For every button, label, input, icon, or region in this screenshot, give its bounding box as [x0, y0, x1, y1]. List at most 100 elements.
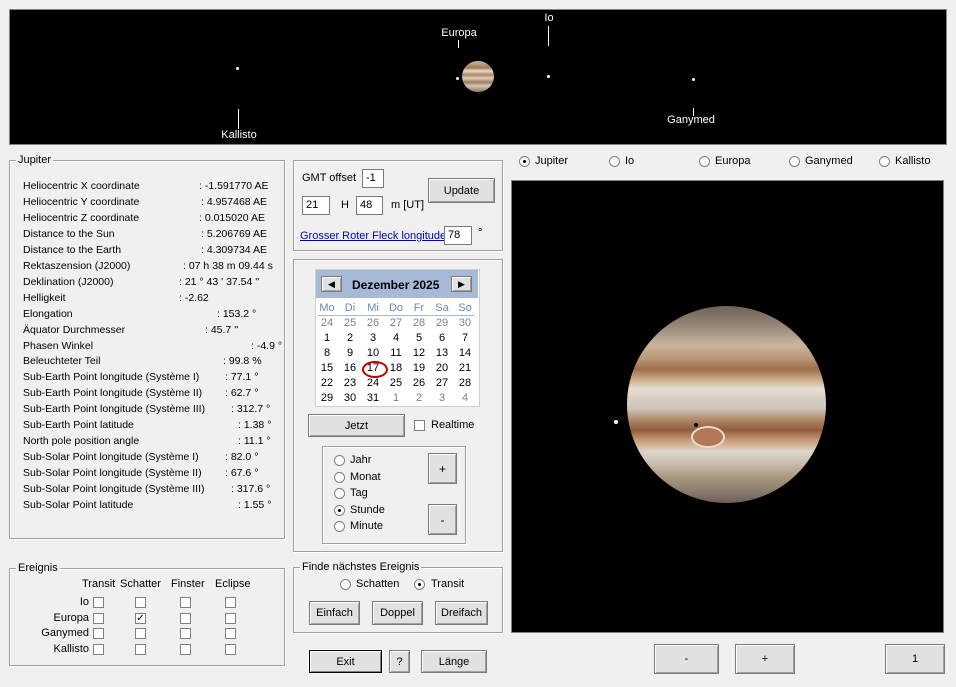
ereignis-checkbox[interactable]: [135, 643, 146, 655]
ereignis-checkbox[interactable]: [225, 597, 236, 608]
calendar-weekday-separator: [318, 315, 474, 316]
calendar-day[interactable]: 2: [339, 332, 361, 344]
calendar-prev-button[interactable]: ◀: [321, 276, 342, 292]
step-label-minute: Minute: [350, 520, 384, 532]
step-radio-minute[interactable]: [334, 521, 345, 532]
calendar-day[interactable]: 22: [316, 377, 338, 389]
ereignis-checkbox[interactable]: [180, 597, 191, 608]
calendar-day[interactable]: 7: [454, 332, 476, 344]
calendar-day[interactable]: 18: [385, 362, 407, 374]
calendar-day[interactable]: 10: [362, 347, 384, 359]
calendar-day[interactable]: 30: [339, 392, 361, 404]
hour-input[interactable]: 21: [302, 196, 330, 215]
help-button[interactable]: ?: [389, 650, 410, 673]
calendar-day[interactable]: 5: [408, 332, 430, 344]
calendar-day[interactable]: 13: [431, 347, 453, 359]
doppel-button[interactable]: Doppel: [372, 601, 423, 625]
zoom-value-button[interactable]: 1: [885, 644, 945, 674]
moon-radio-ganymed[interactable]: [789, 156, 800, 167]
kallisto-tick: [238, 109, 239, 129]
grf-longitude-input[interactable]: 78: [444, 226, 472, 245]
calendar-day[interactable]: 11: [385, 347, 407, 359]
ereignis-checkbox[interactable]: [135, 597, 146, 608]
calendar-day[interactable]: 4: [385, 332, 407, 344]
minute-input[interactable]: 48: [356, 196, 383, 215]
step-plus-button[interactable]: +: [428, 453, 457, 484]
dreifach-button[interactable]: Dreifach: [435, 601, 488, 625]
step-radio-tag[interactable]: [334, 488, 345, 499]
realtime-checkbox[interactable]: [414, 420, 425, 431]
calendar-day[interactable]: 16: [339, 362, 361, 374]
step-radio-stunde[interactable]: [334, 504, 345, 516]
calendar-day[interactable]: 25: [385, 377, 407, 389]
schatten-radio[interactable]: [340, 579, 351, 590]
ereignis-checkbox[interactable]: [225, 628, 236, 639]
data-row-value: : 1.38 °: [238, 419, 272, 432]
moon-radio-europa[interactable]: [699, 156, 710, 167]
zoom-minus-button[interactable]: -: [654, 644, 719, 674]
calendar-day[interactable]: 23: [339, 377, 361, 389]
moon-radio-jupiter[interactable]: [519, 156, 530, 167]
moon-radio-io[interactable]: [609, 156, 620, 167]
gmt-offset-input[interactable]: -1: [362, 169, 384, 188]
calendar-month-label[interactable]: Dezember 2025: [352, 278, 439, 292]
update-button[interactable]: Update: [428, 178, 495, 203]
calendar-day[interactable]: 28: [454, 377, 476, 389]
ereignis-checkbox[interactable]: [93, 597, 104, 608]
calendar-day[interactable]: 30: [454, 317, 476, 329]
data-row-label: Distance to the Earth: [23, 243, 122, 256]
calendar-day[interactable]: 8: [316, 347, 338, 359]
ereignis-checkbox[interactable]: [180, 643, 191, 655]
calendar-day[interactable]: 1: [316, 332, 338, 344]
calendar-day[interactable]: 4: [454, 392, 476, 404]
jetzt-button[interactable]: Jetzt: [308, 414, 405, 437]
step-minus-button[interactable]: -: [428, 504, 457, 535]
calendar-day[interactable]: 3: [362, 332, 384, 344]
calendar-day[interactable]: 9: [339, 347, 361, 359]
calendar-day[interactable]: 3: [431, 392, 453, 404]
zoom-plus-button[interactable]: +: [735, 644, 795, 674]
calendar-day[interactable]: 24: [316, 317, 338, 329]
calendar-day[interactable]: 20: [431, 362, 453, 374]
ereignis-checkbox[interactable]: [135, 628, 146, 639]
grf-longitude-link[interactable]: Grosser Roter Fleck longitude: [300, 230, 446, 242]
einfach-button[interactable]: Einfach: [309, 601, 360, 625]
calendar-day[interactable]: 1: [385, 392, 407, 404]
calendar-day[interactable]: 28: [408, 317, 430, 329]
calendar-day[interactable]: 29: [431, 317, 453, 329]
calendar-weekday: Sa: [435, 302, 449, 314]
calendar-day[interactable]: 12: [408, 347, 430, 359]
ereignis-checkbox[interactable]: ✓: [135, 612, 146, 624]
calendar-day[interactable]: 27: [385, 317, 407, 329]
calendar-day[interactable]: 26: [408, 377, 430, 389]
calendar-day[interactable]: 31: [362, 392, 384, 404]
ereignis-checkbox[interactable]: [225, 643, 236, 655]
ereignis-checkbox[interactable]: [180, 612, 191, 624]
ereignis-checkbox[interactable]: [225, 612, 236, 624]
ereignis-title: Ereignis: [16, 562, 60, 574]
moon-radio-kallisto[interactable]: [879, 156, 890, 167]
calendar-day[interactable]: 27: [431, 377, 453, 389]
data-row-value: : 62.7 °: [225, 387, 259, 400]
calendar-day[interactable]: 24: [362, 377, 384, 389]
ereignis-checkbox[interactable]: [93, 612, 104, 624]
calendar-day[interactable]: 26: [362, 317, 384, 329]
calendar-day[interactable]: 19: [408, 362, 430, 374]
calendar-day[interactable]: 2: [408, 392, 430, 404]
calendar-day[interactable]: 6: [431, 332, 453, 344]
ereignis-checkbox[interactable]: [93, 643, 104, 655]
step-radio-jahr[interactable]: [334, 455, 345, 466]
calendar-day[interactable]: 25: [339, 317, 361, 329]
transit-radio[interactable]: [414, 579, 425, 590]
ereignis-checkbox[interactable]: [93, 628, 104, 639]
ereignis-checkbox[interactable]: [180, 628, 191, 639]
calendar-next-button[interactable]: ▶: [451, 276, 472, 292]
laenge-button[interactable]: Länge: [421, 650, 487, 673]
kallisto-dot: [236, 67, 239, 70]
calendar-day[interactable]: 21: [454, 362, 476, 374]
calendar-day[interactable]: 14: [454, 347, 476, 359]
calendar-day[interactable]: 29: [316, 392, 338, 404]
exit-button[interactable]: Exit: [309, 650, 382, 673]
calendar-day[interactable]: 15: [316, 362, 338, 374]
step-radio-monat[interactable]: [334, 471, 345, 483]
